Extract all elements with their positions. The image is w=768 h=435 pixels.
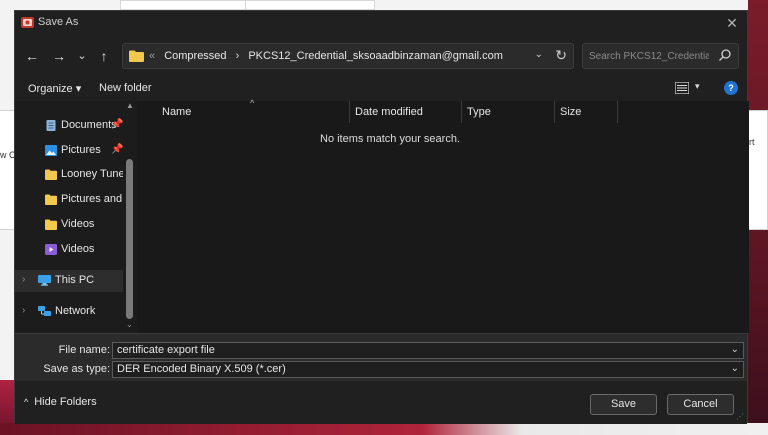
background-left-panel: [0, 110, 14, 230]
folder-icon: [45, 219, 57, 230]
nav-item-videos-folder[interactable]: Videos: [15, 214, 123, 236]
recent-locations-button[interactable]: ⌄: [71, 45, 93, 67]
forward-button[interactable]: →: [48, 45, 70, 67]
nav-item-pictures[interactable]: Pictures 📌: [15, 140, 123, 162]
scrollbar-thumb[interactable]: [126, 159, 133, 319]
empty-message: No items match your search.: [320, 133, 460, 145]
column-header-type[interactable]: Type: [467, 106, 491, 118]
nav-item-label: Documents: [61, 119, 117, 131]
cancel-button[interactable]: Cancel: [667, 394, 734, 415]
nav-item-videos[interactable]: Videos: [15, 239, 123, 261]
command-bar: Organize ▾ New folder ▾ ?: [15, 77, 747, 101]
folder-icon: [45, 194, 57, 205]
title-bar[interactable]: Save As ✕: [15, 11, 747, 35]
breadcrumb-overflow[interactable]: «: [149, 50, 155, 62]
chevron-down-icon[interactable]: ⌄: [731, 344, 739, 355]
nav-item-network[interactable]: › Network: [15, 301, 123, 323]
file-name-value[interactable]: certificate export file: [117, 344, 215, 356]
scroll-down-icon[interactable]: ⌄: [126, 320, 133, 329]
app-icon: [21, 17, 34, 28]
search-icon[interactable]: [718, 48, 732, 62]
column-divider[interactable]: [461, 101, 462, 123]
hide-folders-button[interactable]: ^ Hide Folders: [24, 396, 97, 408]
background-fragment: [120, 0, 260, 10]
back-button[interactable]: ←: [21, 45, 43, 67]
address-dropdown-button[interactable]: ⌄: [535, 49, 543, 60]
chevron-down-icon[interactable]: ⌄: [731, 363, 739, 374]
column-header-size[interactable]: Size: [560, 106, 581, 118]
breadcrumb-item[interactable]: Compressed: [164, 50, 226, 62]
column-divider[interactable]: [349, 101, 350, 123]
refresh-button[interactable]: ↻: [555, 47, 567, 64]
view-options-icon[interactable]: [675, 82, 689, 94]
nav-item-label: Videos: [61, 218, 95, 230]
column-header-name[interactable]: Name: [162, 106, 191, 118]
nav-item-label: This PC: [55, 274, 95, 286]
nav-item-looney-tunes[interactable]: Looney Tunes F: [15, 164, 123, 186]
empty-message-row: No items match your search.: [137, 133, 749, 145]
background-taskbar-edge: [0, 423, 768, 435]
save-button[interactable]: Save: [590, 394, 657, 415]
sort-indicator-icon: ^: [250, 98, 255, 108]
navigation-pane: Documents 📌 Pictures 📌 Looney Tunes F Pi…: [15, 101, 137, 333]
view-options-dropdown[interactable]: ▾: [695, 81, 700, 92]
videos-icon: [45, 244, 57, 255]
pin-icon: 📌: [111, 144, 123, 155]
column-headers: ^ Name Date modified Type Size: [137, 98, 749, 123]
save-as-dialog: Save As ✕ ← → ⌄ ↑ « Compressed › PKCS12_…: [14, 10, 749, 424]
file-name-field[interactable]: certificate export file ⌄: [112, 342, 744, 359]
background-right-panel: [748, 110, 768, 230]
save-type-select[interactable]: DER Encoded Binary X.509 (*.cer) ⌄: [112, 361, 744, 378]
column-header-date-modified[interactable]: Date modified: [355, 106, 423, 118]
folder-icon: [45, 169, 57, 180]
file-list[interactable]: ^ Name Date modified Type Size No items …: [137, 98, 749, 333]
file-name-label: File name:: [58, 344, 110, 356]
search-placeholder: Search PKCS12_Credential_s...: [589, 51, 709, 62]
background-fragment: [245, 0, 375, 10]
nav-item-label: Pictures: [61, 144, 101, 156]
this-pc-icon: [38, 275, 51, 286]
breadcrumb-separator[interactable]: ›: [236, 50, 240, 62]
save-form: File name: certificate export file ⌄ Sav…: [15, 333, 747, 381]
navigation-pane-scrollbar[interactable]: ▲ ⌄: [123, 101, 137, 333]
nav-item-label: Network: [55, 305, 96, 317]
background-right-text: rt: [749, 137, 755, 147]
column-divider[interactable]: [554, 101, 555, 123]
scroll-up-icon[interactable]: ▲: [126, 101, 134, 110]
background-wallpaper-left: [0, 380, 14, 423]
network-icon: [38, 306, 51, 316]
up-button[interactable]: ↑: [93, 45, 115, 67]
expand-chevron-icon[interactable]: ›: [22, 305, 25, 316]
window-title: Save As: [38, 16, 79, 28]
breadcrumb-item[interactable]: PKCS12_Credential_sksoaadbinzaman@gmail.…: [248, 50, 503, 62]
nav-item-label: Looney Tunes F: [61, 168, 123, 180]
organize-button[interactable]: Organize ▾: [28, 82, 81, 95]
chevron-up-icon: ^: [24, 397, 29, 407]
save-type-label: Save as type:: [43, 363, 110, 375]
resize-grip-icon[interactable]: ⋰: [736, 412, 744, 421]
column-divider[interactable]: [617, 101, 618, 123]
new-folder-button[interactable]: New folder: [99, 82, 152, 94]
documents-icon: [46, 120, 56, 131]
pin-icon: 📌: [111, 119, 123, 130]
address-bar[interactable]: « Compressed › PKCS12_Credential_sksoaad…: [122, 43, 574, 69]
nav-item-this-pc[interactable]: › This PC: [15, 270, 123, 292]
nav-item-label: Pictures and ot: [61, 193, 123, 205]
close-button[interactable]: ✕: [717, 11, 747, 35]
dialog-footer: ^ Hide Folders Save Cancel ⋰: [15, 381, 747, 424]
search-box[interactable]: Search PKCS12_Credential_s...: [582, 43, 739, 69]
navigation-bar: ← → ⌄ ↑ « Compressed › PKCS12_Credential…: [15, 41, 747, 71]
help-icon[interactable]: ?: [724, 81, 738, 95]
folder-icon: [129, 50, 144, 62]
save-type-value[interactable]: DER Encoded Binary X.509 (*.cer): [117, 363, 286, 375]
nav-item-pictures-and-other[interactable]: Pictures and ot: [15, 189, 123, 211]
pictures-icon: [45, 145, 57, 156]
hide-folders-label: Hide Folders: [34, 396, 97, 408]
expand-chevron-icon[interactable]: ›: [22, 274, 25, 285]
nav-item-label: Videos: [61, 243, 95, 255]
nav-item-documents[interactable]: Documents 📌: [15, 115, 123, 137]
breadcrumb: « Compressed › PKCS12_Credential_sksoaad…: [149, 50, 503, 62]
